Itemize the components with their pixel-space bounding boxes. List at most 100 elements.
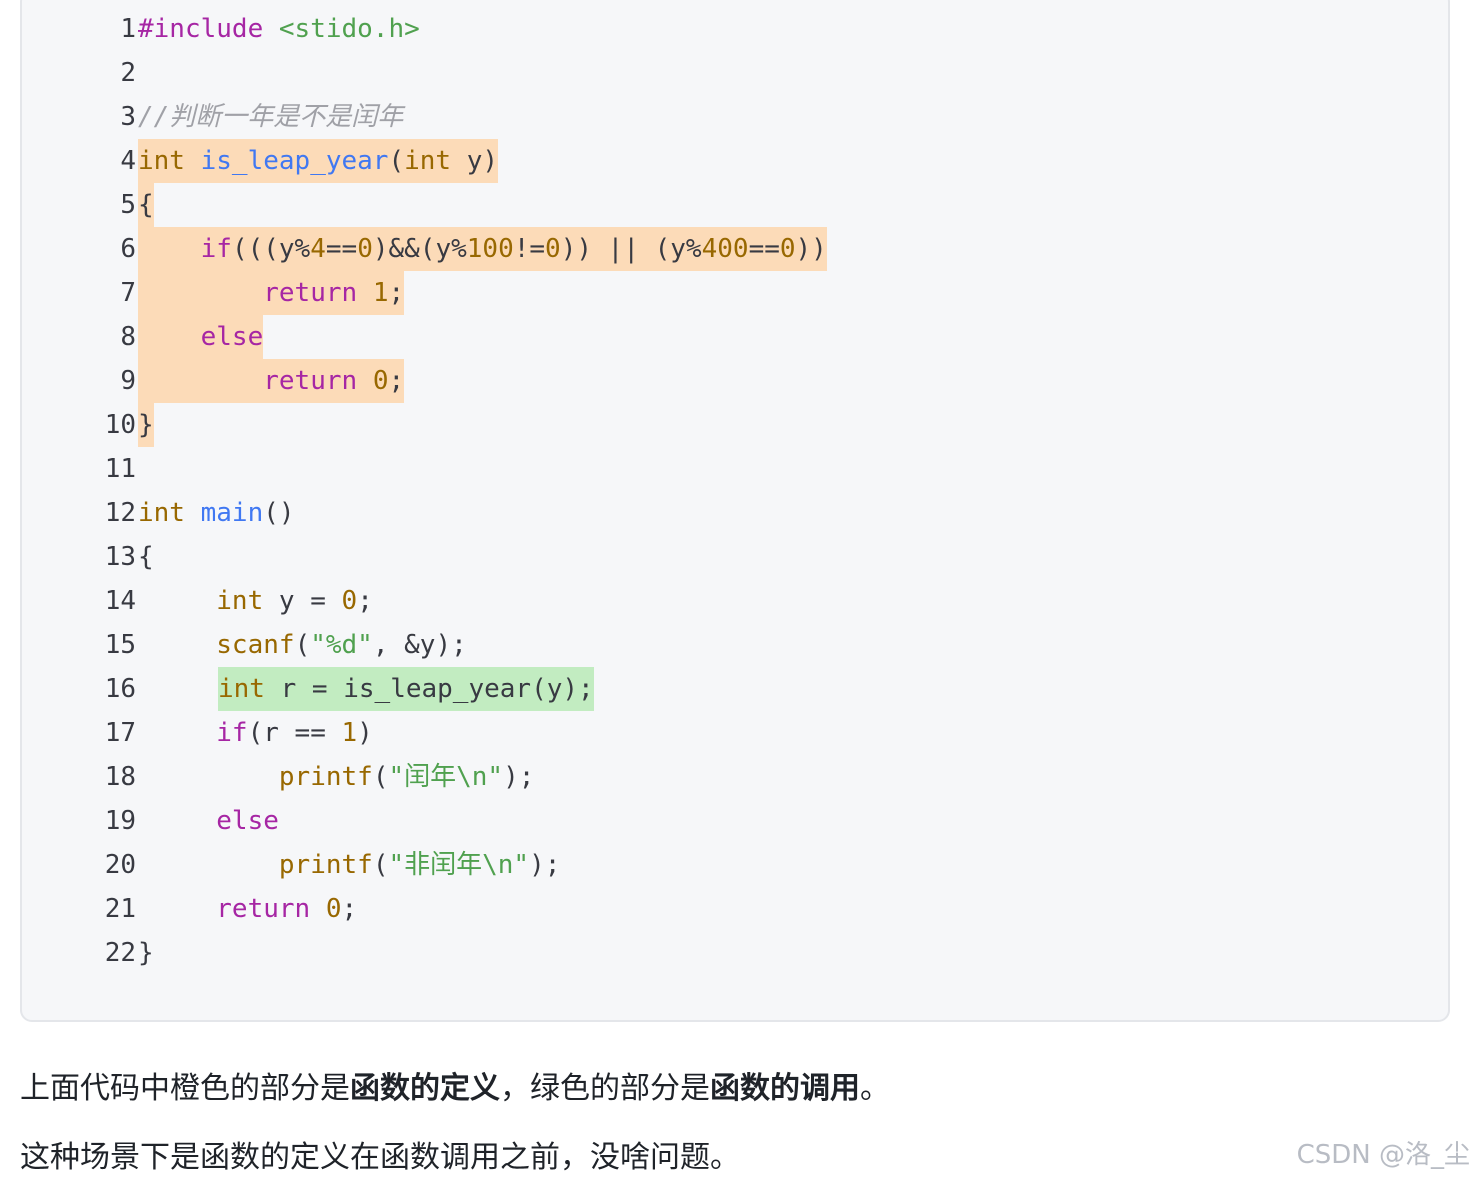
line-number: 1 — [120, 14, 136, 44]
code-token-plain: y = — [263, 586, 342, 616]
code-text: { — [138, 535, 154, 579]
code-token-number: 0 — [325, 894, 342, 924]
code-line-10: 10} — [22, 403, 1448, 447]
code-token-plain: != — [513, 234, 546, 264]
code-line-22: 22} — [22, 931, 1448, 975]
code-line-20: 20 printf("非闰年\n"); — [22, 843, 1448, 887]
code-token-plain: (((y% — [231, 234, 311, 264]
code-token-number: 400 — [701, 234, 749, 264]
code-token-plain: == — [325, 234, 358, 264]
code-token-string: "%d" — [310, 630, 373, 660]
code-line-8: 8 else — [22, 315, 1448, 359]
code-token-number: 4 — [310, 234, 326, 264]
code-line-5: 5{ — [22, 183, 1448, 227]
code-text: scanf("%d", &y); — [138, 623, 467, 667]
code-token-plain: )) — [795, 234, 827, 264]
code-token-keyword: if — [200, 234, 232, 264]
code-token-plain: ( — [372, 762, 389, 792]
code-token-number: 1 — [372, 278, 389, 308]
code-token-number: 0 — [372, 366, 389, 396]
code-line-15: 15 scanf("%d", &y); — [22, 623, 1448, 667]
code-token-plain: ); — [503, 762, 535, 792]
code-token-comment: //判断一年是不是闰年 — [138, 102, 404, 132]
line-number: 4 — [120, 146, 136, 176]
paragraph-code-explanation: 上面代码中橙色的部分是函数的定义，绿色的部分是函数的调用。 — [20, 1063, 890, 1107]
code-token-number: 0 — [779, 234, 796, 264]
code-line-9: 9 return 0; — [22, 359, 1448, 403]
line-number: 10 — [104, 410, 136, 440]
code-text: } — [138, 931, 154, 975]
code-text: int main() — [138, 491, 295, 535]
code-line-19: 19 else — [22, 799, 1448, 843]
code-token-keyword: #include — [138, 14, 264, 44]
code-token-plain: y) — [451, 146, 499, 176]
code-token-plain: )&&(y% — [372, 234, 467, 264]
code-text: else — [138, 315, 264, 359]
code-text: else — [138, 799, 279, 843]
code-line-3: 3//判断一年是不是闰年 — [22, 95, 1448, 139]
code-token-number: 0 — [357, 234, 373, 264]
line-number: 15 — [104, 630, 136, 660]
code-line-4: 4 int is_leap_year(int y) — [22, 139, 1448, 183]
code-line-14: 14 int y = 0; — [22, 579, 1448, 623]
code-token-plain: , &y); — [372, 630, 467, 660]
code-text: //判断一年是不是闰年 — [138, 95, 403, 139]
code-text: if(r == 1) — [138, 711, 373, 755]
code-token-plain: { — [138, 190, 154, 220]
code-token-keyword: return — [216, 894, 311, 924]
code-token-call: printf — [278, 762, 373, 792]
code-text: return 1; — [138, 271, 405, 315]
code-text: int r = is_leap_year(y); — [218, 667, 594, 711]
paragraph-scenario-note: 这种场景下是函数的定义在函数调用之前，没啥问题。 — [20, 1140, 740, 1175]
line-number: 21 — [104, 894, 136, 924]
code-token-call: scanf — [216, 630, 295, 660]
code-token-number: 0 — [545, 234, 561, 264]
code-token-keyword: else — [200, 322, 264, 352]
code-token-plain: r = is_leap_year(y); — [264, 674, 594, 704]
code-token-plain: == — [748, 234, 780, 264]
line-number: 14 — [104, 586, 136, 616]
code-token-keyword: if — [216, 718, 248, 748]
csdn-watermark: CSDN @洛_尘 — [1296, 1140, 1470, 1170]
code-text: if(((y%4==0)&&(y%100!=0)) || (y%400==0)) — [138, 227, 827, 271]
paragraph-text: 。 — [860, 1071, 890, 1106]
code-token-plain: ( — [294, 630, 311, 660]
code-block: 1 #include <stido.h> 2 3//判断一年是不是闰年 4 int is_… — [20, 0, 1450, 1022]
code-lines: 1 #include <stido.h> 2 3//判断一年是不是闰年 4 int is_… — [22, 7, 1448, 975]
line-number: 7 — [120, 278, 136, 308]
code-text: int is_leap_year(int y) — [138, 139, 499, 183]
code-token-keyword: else — [216, 806, 279, 836]
code-token-plain: } — [138, 410, 154, 440]
code-token-plain: ( — [372, 850, 389, 880]
line-number: 11 — [104, 454, 136, 484]
code-token-plain: (r == — [247, 718, 342, 748]
code-token-string: "非闰年\n" — [388, 850, 530, 880]
code-token-keyword: return — [263, 278, 358, 308]
code-line-17: 17 if(r == 1) — [22, 711, 1448, 755]
code-line-2: 2 — [22, 51, 1448, 95]
code-token-type: int — [216, 586, 264, 616]
code-text: return 0; — [138, 887, 357, 931]
line-number: 17 — [104, 718, 136, 748]
line-number: 13 — [104, 542, 136, 572]
line-number: 6 — [120, 234, 136, 264]
code-token-plain: ; — [341, 894, 358, 924]
code-token-plain: ; — [388, 366, 405, 396]
paragraph-text: 上面代码中橙色的部分是 — [20, 1071, 350, 1106]
code-text: printf("非闰年\n"); — [138, 843, 561, 887]
code-token-plain: () — [263, 498, 295, 528]
code-line-6: 6 if(((y%4==0)&&(y%100!=0)) || (y%400==0… — [22, 227, 1448, 271]
